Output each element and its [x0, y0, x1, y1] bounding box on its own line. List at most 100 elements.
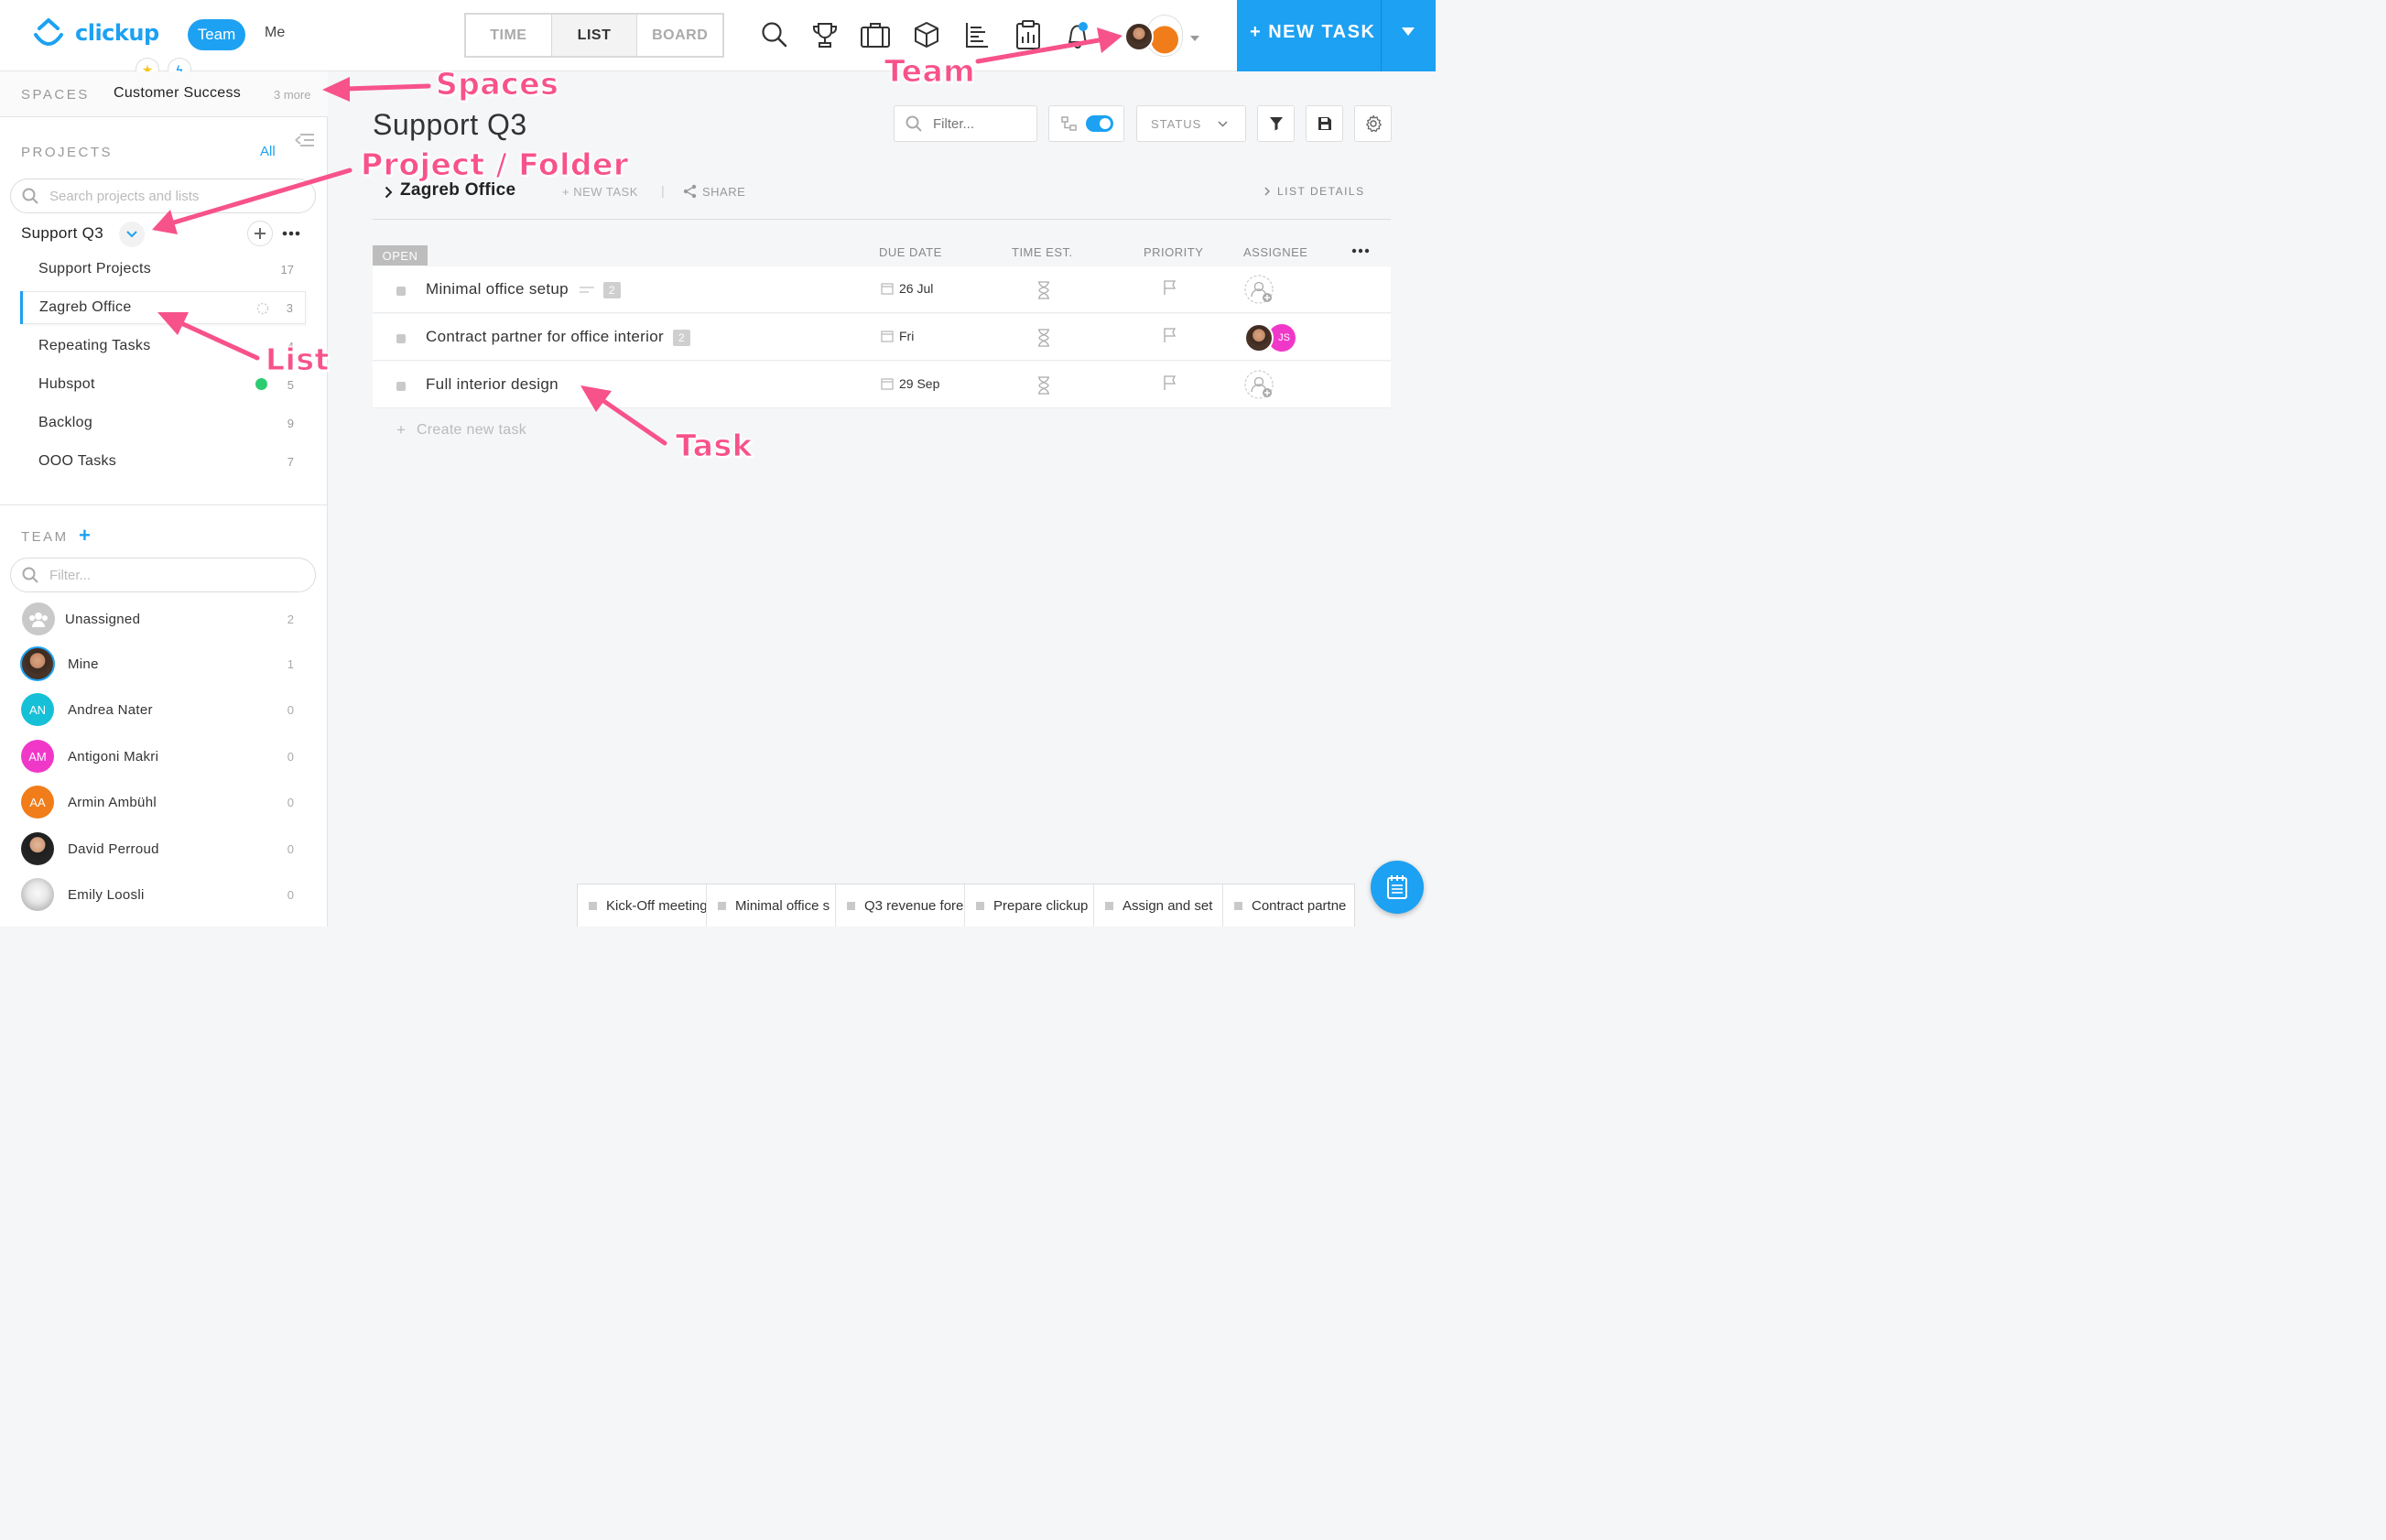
team-filter-input[interactable] [49, 567, 297, 583]
user-avatar [1124, 22, 1154, 51]
filter-input[interactable] [933, 115, 1025, 132]
tray-tab[interactable]: Contract partne [1223, 884, 1352, 927]
projects-filter-all[interactable]: All [260, 144, 276, 159]
task-name[interactable]: Minimal office setup [426, 280, 569, 298]
column-priority[interactable]: PRIORITY [1144, 245, 1203, 259]
tray-tab[interactable]: Q3 revenue fore [836, 884, 965, 927]
member-emily-loosli[interactable]: Emily Loosli 0 [20, 876, 306, 913]
list-details-link[interactable]: LIST DETAILS [1264, 185, 1365, 198]
settings-button[interactable] [1354, 105, 1392, 142]
due-date[interactable]: Fri [881, 329, 914, 343]
toggle-switch[interactable] [1086, 115, 1113, 132]
member-andrea-nater[interactable]: AN Andrea Nater 0 [20, 691, 306, 728]
status-group-open[interactable]: OPEN [373, 245, 428, 266]
status-dropdown[interactable]: STATUS [1136, 105, 1246, 142]
tray-tab[interactable]: Prepare clickup [965, 884, 1094, 927]
hourglass-icon[interactable] [1037, 376, 1050, 395]
flag-icon[interactable] [1164, 280, 1177, 296]
view-board[interactable]: BOARD [637, 15, 722, 56]
task-name-wrap: Contract partner for office interior 2 [426, 328, 690, 346]
list-item-repeating-tasks[interactable]: Repeating Tasks 4 [20, 330, 306, 363]
project-expand-button[interactable] [119, 222, 145, 247]
hourglass-icon[interactable] [1037, 329, 1050, 347]
team-switcher[interactable] [1124, 13, 1199, 59]
columns-more-icon[interactable] [1351, 247, 1370, 255]
column-due-date[interactable]: DUE DATE [879, 245, 942, 259]
flag-icon[interactable] [1164, 328, 1177, 343]
member-antigoni-makri[interactable]: AM Antigoni Makri 0 [20, 738, 306, 775]
member-unassigned[interactable]: Unassigned 2 [20, 601, 306, 637]
task-row[interactable]: Full interior design 29 Sep [373, 362, 1391, 408]
member-mine[interactable]: Mine 1 [20, 645, 306, 682]
tray-tab[interactable]: Kick-Off meeting [578, 884, 707, 927]
briefcase-icon[interactable] [860, 18, 891, 51]
subtask-count-badge[interactable]: 2 [602, 281, 621, 298]
filter-field[interactable] [894, 105, 1037, 142]
task-name[interactable]: Full interior design [426, 375, 559, 394]
subtasks-toggle[interactable] [1048, 105, 1124, 142]
filter-button[interactable] [1257, 105, 1295, 142]
list-item-support-projects[interactable]: Support Projects 17 [20, 253, 306, 286]
notepad-button[interactable] [1371, 861, 1424, 914]
task-name[interactable]: Contract partner for office interior [426, 328, 664, 345]
box-icon[interactable] [911, 18, 942, 51]
add-list-button[interactable] [247, 221, 273, 246]
new-task-button[interactable]: + NEW TASK [1237, 0, 1436, 71]
task-row[interactable]: Contract partner for office interior 2 Fr… [373, 314, 1391, 361]
member-armin-ambuhl[interactable]: AA Armin Ambühl 0 [20, 784, 306, 820]
add-assignee-icon[interactable] [1244, 370, 1275, 401]
column-time-estimate[interactable]: TIME EST. [1012, 245, 1073, 259]
tray-status-square [976, 901, 984, 910]
task-status-square[interactable] [396, 287, 406, 296]
assignee-avatars[interactable]: JS [1244, 322, 1299, 353]
task-status-square[interactable] [396, 334, 406, 343]
list-title[interactable]: Zagreb Office [400, 180, 515, 201]
member-count: 2 [287, 612, 294, 626]
due-date[interactable]: 29 Sep [881, 376, 939, 391]
search-projects-input[interactable] [49, 188, 297, 204]
project-more-icon[interactable] [282, 226, 300, 241]
view-list[interactable]: LIST [551, 15, 638, 56]
list-item-hubspot[interactable]: Hubspot 5 [20, 368, 306, 401]
chevron-right-icon[interactable] [385, 186, 393, 199]
list-item-backlog[interactable]: Backlog 9 [20, 407, 306, 439]
member-david-perroud[interactable]: David Perroud 0 [20, 830, 306, 867]
team-filter-field[interactable] [10, 558, 316, 592]
task-status-square[interactable] [396, 382, 406, 391]
task-name-wrap: Minimal office setup 2 [426, 280, 621, 298]
save-view-button[interactable] [1306, 105, 1343, 142]
tray-tab[interactable]: Minimal office s [707, 884, 836, 927]
subtask-count-badge[interactable]: 2 [672, 329, 690, 346]
trophy-icon[interactable] [809, 18, 841, 51]
gantt-icon[interactable] [961, 18, 992, 51]
tray-tab-label: Contract partne [1252, 897, 1347, 914]
hourglass-icon[interactable] [1037, 281, 1050, 299]
me-tab[interactable]: Me [265, 25, 285, 41]
list-item-ooo-tasks[interactable]: OOO Tasks 7 [20, 445, 306, 478]
collapse-sidebar-icon[interactable] [295, 132, 315, 148]
bell-icon[interactable] [1062, 18, 1093, 51]
flag-icon[interactable] [1164, 375, 1177, 391]
task-row[interactable]: Minimal office setup 2 26 Jul [373, 266, 1391, 313]
more-spaces-link[interactable]: 3 more [274, 88, 310, 102]
space-customer-success[interactable]: Customer Success [114, 85, 241, 102]
due-date[interactable]: 26 Jul [881, 281, 933, 296]
search-icon[interactable] [759, 18, 790, 51]
list-count: 5 [287, 377, 294, 392]
list-new-task-link[interactable]: + NEW TASK [562, 185, 638, 199]
share-link[interactable]: SHARE [683, 184, 745, 199]
new-task-dropdown-icon[interactable] [1402, 27, 1415, 36]
create-new-task[interactable]: + Create new task [396, 421, 526, 439]
column-assignee[interactable]: ASSIGNEE [1243, 245, 1307, 259]
member-name: Unassigned [65, 611, 141, 627]
clickup-logo[interactable]: clickup [31, 16, 159, 49]
tray-tab[interactable]: Assign and set [1094, 884, 1223, 927]
add-assignee-icon[interactable] [1244, 275, 1275, 306]
search-projects-field[interactable] [10, 179, 316, 213]
clipboard-icon[interactable] [1013, 18, 1044, 51]
project-support-q3[interactable]: Support Q3 [20, 221, 306, 247]
add-member-icon[interactable]: + [79, 524, 91, 548]
team-tab[interactable]: Team [188, 19, 245, 50]
list-item-zagreb-office[interactable]: Zagreb Office 3 [20, 291, 306, 324]
view-time[interactable]: TIME [466, 15, 552, 56]
